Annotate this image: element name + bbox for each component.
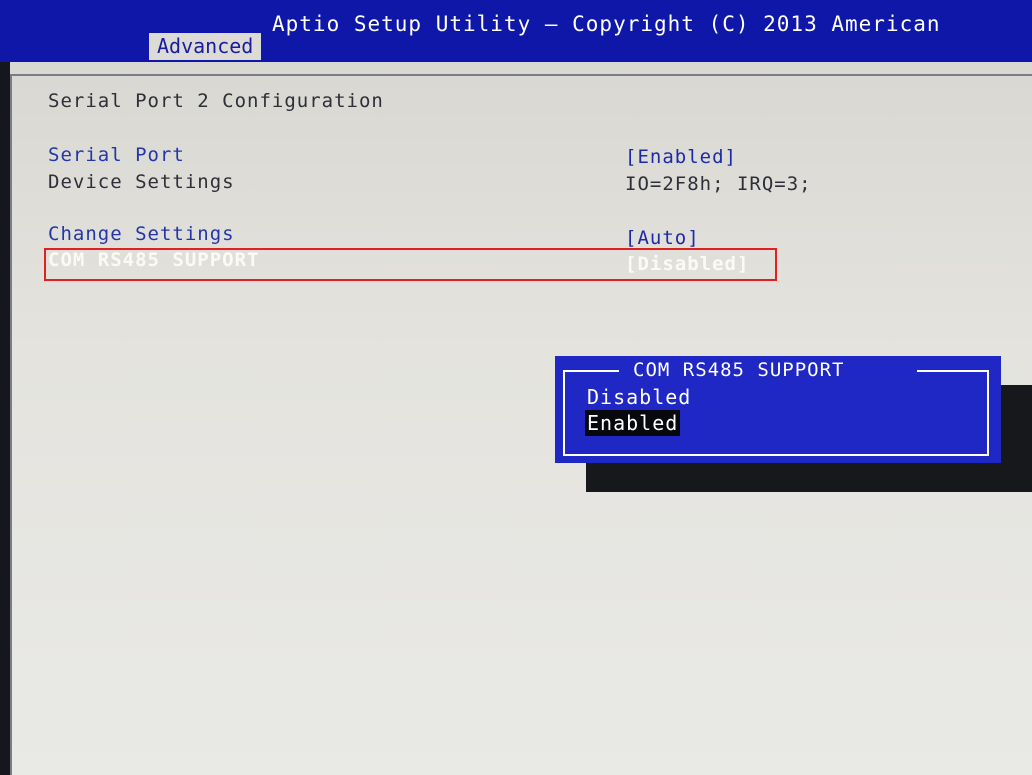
popup-border-top-left [563,370,619,372]
left-edge-shadow [0,62,10,775]
setting-device-settings-label: Device Settings [48,171,235,193]
bios-screen: Aptio Setup Utility – Copyright (C) 2013… [0,0,1032,775]
setting-serial-port-label[interactable]: Serial Port [48,144,185,166]
popup-option-enabled[interactable]: Enabled [585,410,681,436]
popup-title: COM RS485 SUPPORT [633,359,845,381]
setting-change-settings-value[interactable]: [Auto] [625,227,700,249]
options-popup: COM RS485 SUPPORT Disabled Enabled [555,356,1001,463]
setting-change-settings-label[interactable]: Change Settings [48,223,235,245]
setting-device-settings-value: IO=2F8h; IRQ=3; [625,173,812,195]
app-title: Aptio Setup Utility – Copyright (C) 2013… [272,12,941,36]
setting-com-rs485-value[interactable]: [Disabled] [625,253,749,275]
header-bar: Aptio Setup Utility – Copyright (C) 2013… [0,0,1032,62]
setting-com-rs485-label[interactable]: COM RS485 SUPPORT [48,249,259,271]
setting-serial-port-value[interactable]: [Enabled] [625,146,737,168]
tab-advanced[interactable]: Advanced [149,33,262,60]
popup-option-disabled[interactable]: Disabled [585,384,693,410]
popup-border-top-right [917,370,989,372]
page-title: Serial Port 2 Configuration [48,90,384,112]
